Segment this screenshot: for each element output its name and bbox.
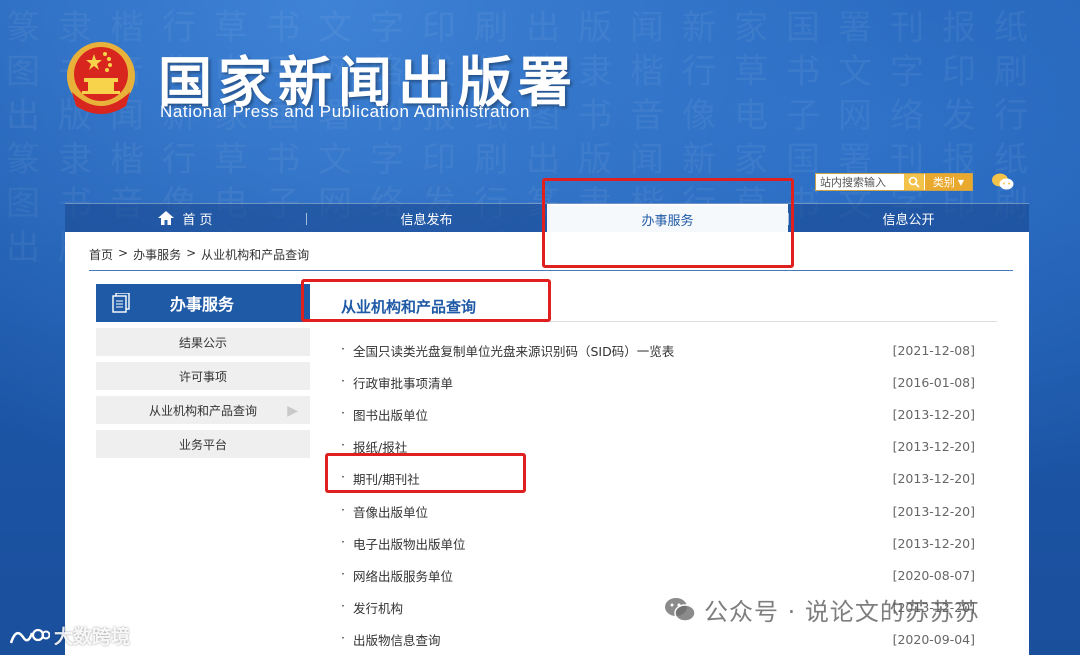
category-label: 类别 xyxy=(932,176,955,189)
brand-logo-icon xyxy=(9,628,50,643)
sidebar-item-licensing[interactable]: 许可事项 xyxy=(96,362,310,390)
watermark-text: 公众号 · 说论文的苏苏苏 xyxy=(704,598,980,626)
sidebar-item-platform[interactable]: 业务平台 xyxy=(96,430,310,458)
sidebar-item-label: 从业机构和产品查询 xyxy=(148,403,257,418)
breadcrumb-home-link[interactable]: 首页 xyxy=(89,246,113,263)
nav-item-label: 信息发布 xyxy=(400,212,453,228)
list-item-link[interactable]: 音像出版单位 xyxy=(353,502,428,521)
brand-watermark: 大数跨境 xyxy=(8,622,130,649)
list-item-date: [2013-12-20] xyxy=(892,503,975,519)
list-item-link[interactable]: 发行机构 xyxy=(353,598,403,617)
bullet: · xyxy=(341,533,345,549)
list-item-date: [2021-12-08] xyxy=(892,342,975,358)
sidebar-item-label: 结果公示 xyxy=(178,335,227,350)
list-item-date: [2013-12-20] xyxy=(892,535,975,551)
bullet: · xyxy=(341,565,345,581)
category-dropdown[interactable]: 类别 ▼ xyxy=(924,174,972,190)
nav-item-label: 信息公开 xyxy=(882,212,935,228)
search-input[interactable] xyxy=(816,174,904,190)
nav-item-label: 首 页 xyxy=(182,212,213,228)
bullet: · xyxy=(341,598,345,614)
list-item-date: [2020-08-07] xyxy=(892,567,975,583)
bullet: · xyxy=(341,501,345,517)
home-icon xyxy=(158,211,175,225)
search-button[interactable] xyxy=(904,174,924,190)
list-item-link[interactable]: 电子出版物出版单位 xyxy=(353,534,466,553)
list-item[interactable]: · 行政审批事项清单 [2016-01-08] xyxy=(341,366,975,398)
nav-item-disclosure[interactable]: 信息公开 xyxy=(788,204,1029,232)
bullet: · xyxy=(341,630,345,646)
list-item[interactable]: · 全国只读类光盘复制单位光盘来源识别码（SID码）一览表 [2021-12-08… xyxy=(341,334,975,366)
site-subtitle: National Press and Publication Administr… xyxy=(160,102,531,121)
chevron-right-icon: ▶ xyxy=(287,403,298,419)
sidebar-item-label: 许可事项 xyxy=(178,369,227,384)
sidebar-header: 办事服务 xyxy=(96,284,310,322)
nav-item-home[interactable]: 首 页 xyxy=(65,204,306,232)
breadcrumb-current[interactable]: 从业机构和产品查询 xyxy=(201,246,309,263)
sidebar: 办事服务 结果公示 许可事项 从业机构和产品查询 ▶ 业务平台 xyxy=(96,284,310,458)
triangle-down-icon: ▼ xyxy=(957,177,965,187)
list-item-link[interactable]: 出版物信息查询 xyxy=(353,630,441,649)
list-item[interactable]: · 出版物信息查询 [2020-09-04] xyxy=(341,624,975,655)
sidebar-item-label: 业务平台 xyxy=(178,437,227,452)
breadcrumb-divider xyxy=(89,270,1013,271)
list-item-date: [2013-12-20] xyxy=(892,406,975,422)
bullet: · xyxy=(341,340,345,356)
highlight-box-periodicals xyxy=(325,453,526,493)
list-item-link[interactable]: 全国只读类光盘复制单位光盘来源识别码（SID码）一览表 xyxy=(353,341,674,360)
national-emblem-icon[interactable] xyxy=(64,40,138,116)
sidebar-title: 办事服务 xyxy=(170,295,235,314)
nav-item-news[interactable]: 信息发布 xyxy=(306,204,547,232)
site-search: 类别 ▼ xyxy=(815,173,973,191)
document-stack-icon xyxy=(112,293,130,313)
list-item-link[interactable]: 网络出版服务单位 xyxy=(353,566,453,585)
wechat-watermark: 公众号 · 说论文的苏苏苏 xyxy=(664,592,980,627)
list-item-link[interactable]: 行政审批事项清单 xyxy=(353,373,453,392)
list-item-date: [2016-01-08] xyxy=(892,374,975,390)
breadcrumb-separator: > xyxy=(118,246,129,260)
highlight-box-nav-services xyxy=(542,178,794,268)
sidebar-item-institution-query[interactable]: 从业机构和产品查询 ▶ xyxy=(96,396,310,424)
watermark-text: 大数跨境 xyxy=(54,626,131,648)
list-item-link[interactable]: 图书出版单位 xyxy=(353,405,428,424)
highlight-box-page-title xyxy=(301,279,551,322)
list-item[interactable]: · 电子出版物出版单位 [2013-12-20] xyxy=(341,527,975,559)
bullet: · xyxy=(341,372,345,388)
breadcrumb: 首页 > 办事服务 > 从业机构和产品查询 xyxy=(89,246,309,263)
search-icon xyxy=(908,176,920,188)
breadcrumb-separator: > xyxy=(186,246,197,260)
list-item[interactable]: · 网络出版服务单位 [2020-08-07] xyxy=(341,559,975,591)
sidebar-item-results[interactable]: 结果公示 xyxy=(96,328,310,356)
list-item-date: [2020-09-04] xyxy=(892,632,975,648)
breadcrumb-services-link[interactable]: 办事服务 xyxy=(133,246,181,263)
list-item[interactable]: · 图书出版单位 [2013-12-20] xyxy=(341,398,975,430)
wechat-icon[interactable] xyxy=(991,172,1015,192)
list-item[interactable]: · 音像出版单位 [2013-12-20] xyxy=(341,495,975,527)
list-item-date: [2013-12-20] xyxy=(892,439,975,455)
wechat-icon xyxy=(665,597,696,622)
list-item-date: [2013-12-20] xyxy=(892,471,975,487)
bullet: · xyxy=(341,404,345,420)
